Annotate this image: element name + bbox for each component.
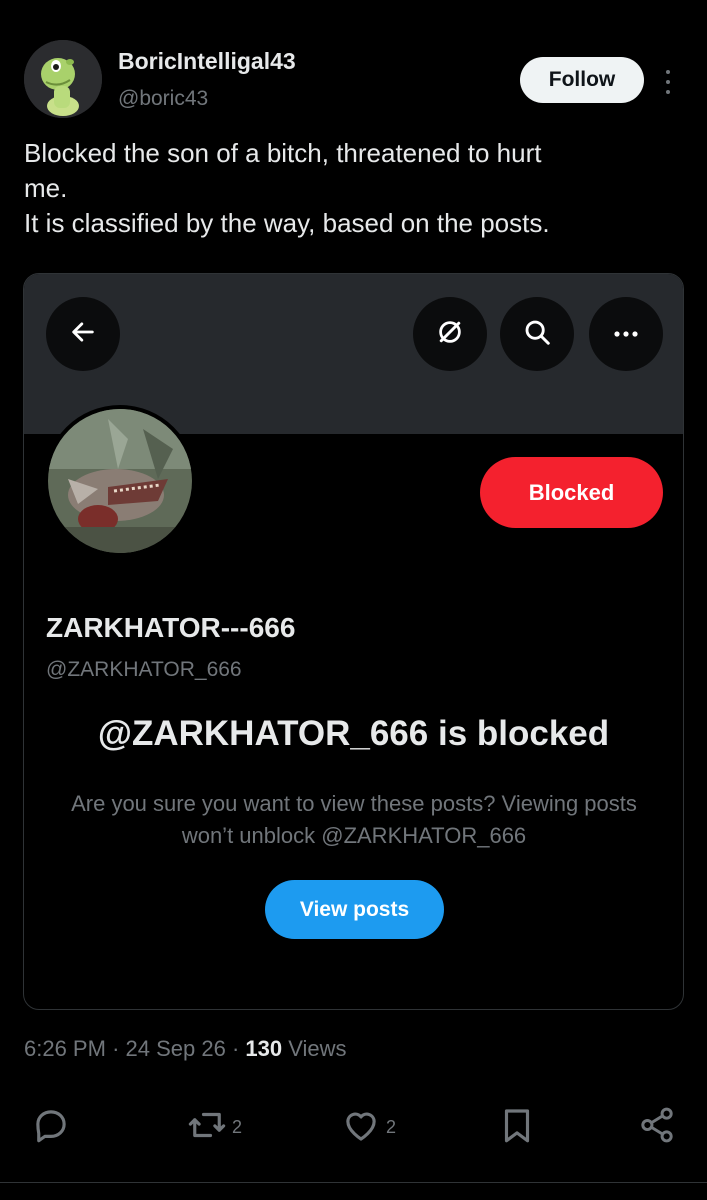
views-count: 130 — [245, 1036, 283, 1061]
post-metadata: 6:26 PM · 24 Sep 26 · 130 Views — [24, 1036, 347, 1062]
reply-button[interactable] — [30, 1104, 72, 1151]
blocked-title: @ZARKHATOR_666 is blocked — [97, 714, 610, 753]
author-avatar[interactable] — [24, 40, 102, 118]
embedded-image-card[interactable]: Blocked ZARKHATOR---666 @ZARKHATOR_666 @… — [23, 273, 684, 1010]
post-text: Blocked the son of a bitch, threatened t… — [24, 136, 684, 241]
like-count: 2 — [386, 1117, 397, 1137]
author-handle[interactable]: @boric43 — [118, 87, 208, 111]
separator: · — [112, 1036, 120, 1061]
more-button[interactable] — [589, 297, 663, 371]
more-vertical-icon[interactable] — [656, 66, 680, 98]
search-icon — [522, 317, 552, 352]
grok-slash-icon — [435, 317, 465, 352]
like-button[interactable]: 2 — [340, 1104, 396, 1151]
post-date: 24 Sep 26 — [125, 1036, 226, 1061]
blocked-message: Are you sure you want to view these post… — [71, 791, 637, 848]
repost-count: 2 — [232, 1117, 243, 1137]
more-horizontal-icon — [612, 325, 640, 343]
back-button[interactable] — [46, 297, 120, 371]
post-header: BoricIntelligal43 @boric43 Follow — [24, 40, 684, 120]
profile-display-name: ZARKHATOR---666 — [46, 612, 296, 643]
views-label: Views — [288, 1036, 347, 1061]
separator: · — [231, 1036, 240, 1061]
share-button[interactable] — [636, 1104, 678, 1151]
profile-handle: @ZARKHATOR_666 — [46, 658, 242, 681]
share-icon — [636, 1104, 678, 1151]
follow-button[interactable]: Follow — [520, 57, 644, 103]
reply-icon — [30, 1104, 72, 1151]
bookmark-icon — [496, 1104, 538, 1151]
post-time: 6:26 PM — [24, 1036, 106, 1061]
author-name[interactable]: BoricIntelligal43 — [118, 48, 296, 75]
post-text-line: me. — [24, 173, 68, 203]
grok-button[interactable] — [413, 297, 487, 371]
divider — [0, 1182, 707, 1183]
bookmark-button[interactable] — [496, 1104, 538, 1151]
arrow-left-icon — [69, 318, 97, 351]
blocked-button[interactable]: Blocked — [480, 457, 663, 528]
post-text-line: Blocked the son of a bitch, threatened t… — [24, 138, 542, 168]
repost-icon — [186, 1104, 228, 1151]
profile-avatar[interactable] — [44, 405, 196, 557]
post-text-line: It is classified by the way, based on th… — [24, 208, 550, 238]
heart-icon — [340, 1104, 382, 1151]
repost-button[interactable]: 2 — [186, 1104, 242, 1151]
search-button[interactable] — [500, 297, 574, 371]
action-bar: 2 2 — [0, 1100, 707, 1150]
view-posts-button[interactable]: View posts — [265, 880, 444, 939]
